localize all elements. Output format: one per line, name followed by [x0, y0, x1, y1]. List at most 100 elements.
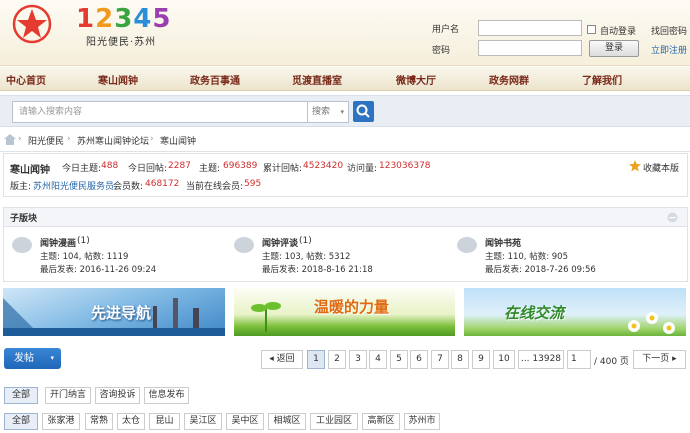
breadcrumb-sep: ›: [150, 134, 154, 144]
logo-subtitle: 阳光便民·苏州: [86, 37, 157, 48]
subboard-title: 子版块: [10, 214, 38, 224]
logo-number[interactable]: 12345: [76, 4, 171, 34]
nav-item-hanshan[interactable]: 寒山闻钟: [98, 72, 138, 87]
star-icon[interactable]: [629, 160, 641, 172]
banner-online-chat[interactable]: 在线交流: [464, 288, 686, 336]
filter-type-3[interactable]: 信息发布: [144, 387, 189, 404]
filter-region-9[interactable]: 高新区: [362, 413, 400, 430]
chevron-down-icon: ▾: [50, 354, 54, 362]
subboard-new-count: (1): [77, 236, 90, 246]
banner-text: 在线交流: [504, 304, 565, 322]
moderator-link[interactable]: 苏州阳光便民服务员: [33, 179, 114, 192]
members-count: 468172: [145, 179, 180, 189]
breadcrumb-sep: ›: [67, 134, 71, 144]
auto-login-label: 自动登录: [600, 27, 637, 37]
filter-region-1[interactable]: 张家港: [42, 413, 80, 430]
filter-region-6[interactable]: 吴中区: [226, 413, 264, 430]
filter-region-5[interactable]: 吴江区: [184, 413, 222, 430]
next-page-button[interactable]: 下一页 ▸: [633, 350, 686, 369]
visits-count: 123036378: [379, 161, 431, 171]
banner-text: 先进导航: [91, 304, 152, 322]
today-posts: 488: [101, 161, 119, 171]
register-link[interactable]: 立即注册: [651, 43, 687, 56]
banner-warmth[interactable]: 温暖的力量: [234, 288, 455, 336]
new-post-button[interactable]: 发帖 ▾: [4, 348, 61, 369]
banner-navigation[interactable]: 先进导航: [3, 288, 225, 336]
search-input[interactable]: 请输入搜索内容: [12, 101, 308, 123]
nav-item-live[interactable]: 觅渡直播室: [292, 72, 342, 87]
page-7[interactable]: 7: [431, 350, 449, 369]
logo-star-icon[interactable]: [12, 4, 52, 44]
filter-region-10[interactable]: 苏州市: [404, 413, 440, 430]
filter-type-2[interactable]: 咨询投诉: [95, 387, 140, 404]
total-replies: 4523420: [303, 161, 344, 171]
filter-region-all[interactable]: 全部: [4, 413, 38, 430]
forum-name: 寒山闻钟: [10, 165, 50, 176]
breadcrumb-item-2[interactable]: 苏州寒山闻钟论坛: [77, 134, 149, 147]
topics-count: 696389: [223, 161, 258, 171]
filter-type-all[interactable]: 全部: [4, 387, 38, 404]
filter-type-1[interactable]: 开门纳言: [45, 387, 91, 404]
page-last[interactable]: ... 13928: [518, 350, 564, 369]
subboard-name[interactable]: 闻钟书苑: [485, 236, 521, 249]
today-posts-label: 今日主题:: [62, 164, 102, 174]
filter-region-3[interactable]: 太仓: [117, 413, 145, 430]
visits-label: 访问量:: [347, 164, 378, 174]
search-button[interactable]: [353, 101, 374, 122]
nav-item-home[interactable]: 中心首页: [6, 72, 46, 87]
nav-item-network[interactable]: 政务网群: [489, 72, 529, 87]
username-label: 用户名: [432, 25, 460, 35]
page-input[interactable]: 1: [567, 350, 591, 369]
page-6[interactable]: 6: [410, 350, 428, 369]
page-5[interactable]: 5: [390, 350, 408, 369]
chevron-down-icon: ▾: [340, 108, 344, 116]
page-9[interactable]: 9: [472, 350, 490, 369]
page-10[interactable]: 10: [493, 350, 515, 369]
password-input[interactable]: [478, 40, 582, 56]
username-input[interactable]: [478, 20, 582, 36]
subboard-last: 最后发表: 2016-11-26 09:24: [40, 265, 157, 275]
subboard-last: 最后发表: 2018-8-16 21:18: [262, 265, 373, 275]
page-1[interactable]: 1: [307, 350, 325, 369]
subboard-stats: 主题: 104, 帖数: 1119: [40, 252, 129, 262]
page-8[interactable]: 8: [451, 350, 469, 369]
favorite-link[interactable]: 收藏本版: [643, 161, 679, 174]
nav-item-weibo[interactable]: 微博大厅: [396, 72, 436, 87]
collapse-icon[interactable]: [667, 212, 678, 223]
flower-icon: [628, 312, 675, 334]
filter-region-7[interactable]: 相城区: [268, 413, 306, 430]
filter-region-4[interactable]: 昆山: [149, 413, 180, 430]
today-replies: 2287: [168, 161, 191, 171]
page-2[interactable]: 2: [328, 350, 346, 369]
back-button[interactable]: ◂ 返回: [261, 350, 303, 369]
nav-item-about[interactable]: 了解我们: [582, 72, 622, 87]
forgot-password-link[interactable]: 找回密码: [651, 24, 687, 37]
breadcrumb-item-1[interactable]: 阳光便民: [28, 134, 64, 147]
today-replies-label: 今日回帖:: [128, 164, 168, 174]
breadcrumb-sep: ›: [18, 134, 22, 144]
login-button[interactable]: 登录: [589, 40, 639, 57]
page-4[interactable]: 4: [369, 350, 387, 369]
auto-login-checkbox[interactable]: [587, 25, 596, 34]
topics-label: 主题:: [199, 164, 221, 174]
search-icon: [356, 104, 370, 118]
nav-item-baishitong[interactable]: 政务百事通: [190, 72, 240, 87]
subboard-stats: 主题: 103, 帖数: 5312: [262, 252, 351, 262]
forum-bubble-icon: [12, 237, 32, 253]
filter-region-8[interactable]: 工业园区: [310, 413, 358, 430]
home-icon[interactable]: [4, 134, 16, 145]
password-label: 密码: [432, 46, 451, 56]
subboard-stats: 主题: 110, 帖数: 905: [485, 252, 568, 262]
moderator-label: 版主:: [10, 182, 32, 192]
search-scope-select[interactable]: 搜索 ▾: [307, 101, 349, 123]
forum-bubble-icon: [234, 237, 254, 253]
page-3[interactable]: 3: [349, 350, 367, 369]
filter-region-2[interactable]: 常熟: [85, 413, 113, 430]
page-total: / 400 页: [594, 357, 629, 367]
total-replies-label: 累计回帖:: [263, 164, 303, 174]
breadcrumb-item-3[interactable]: 寒山闻钟: [160, 134, 196, 147]
online-count: 595: [244, 179, 262, 189]
subboard-name[interactable]: 闻钟评谈: [262, 236, 298, 249]
subboard-name[interactable]: 闻钟漫画: [40, 236, 76, 249]
banner-text: 温暖的力量: [314, 298, 390, 316]
